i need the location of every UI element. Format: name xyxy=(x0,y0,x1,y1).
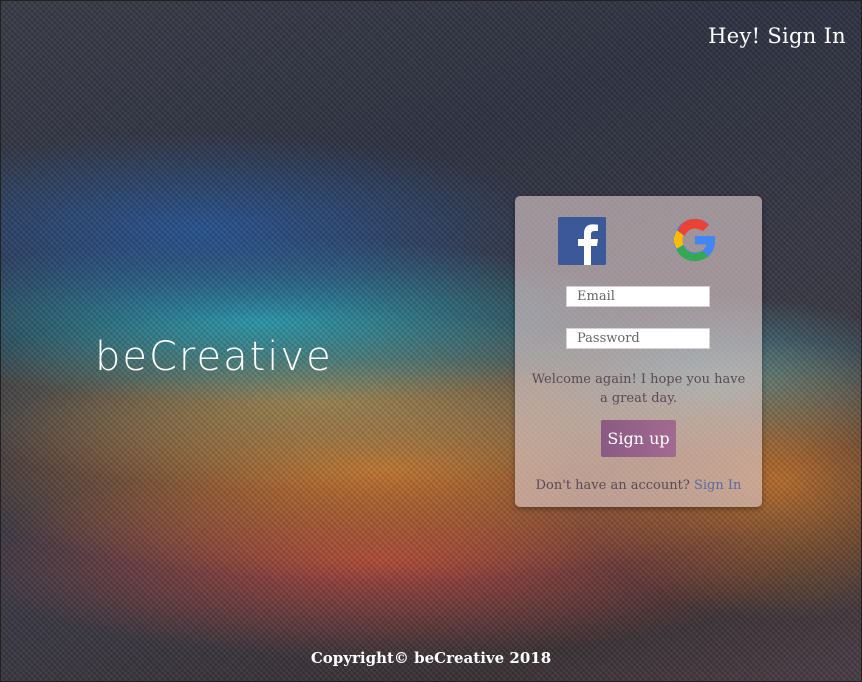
copyright-text: Copyright© beCreative 2018 xyxy=(310,649,552,667)
login-card: Welcome again! I hope you have a great d… xyxy=(515,196,762,507)
welcome-text: Welcome again! I hope you have a great d… xyxy=(531,372,746,406)
password-field[interactable] xyxy=(566,328,710,349)
no-account-line: Don't have an account? Sign In xyxy=(515,478,762,493)
sign-up-button[interactable]: Sign up xyxy=(601,420,676,457)
brand-logo: beCreative xyxy=(95,334,333,380)
google-icon[interactable] xyxy=(672,217,718,263)
card-sign-in-link[interactable]: Sign In xyxy=(694,478,741,493)
facebook-icon[interactable] xyxy=(558,217,606,265)
header-sign-in-link[interactable]: Hey! Sign In xyxy=(708,24,846,48)
email-field[interactable] xyxy=(566,286,710,307)
no-account-text: Don't have an account? xyxy=(535,478,690,493)
